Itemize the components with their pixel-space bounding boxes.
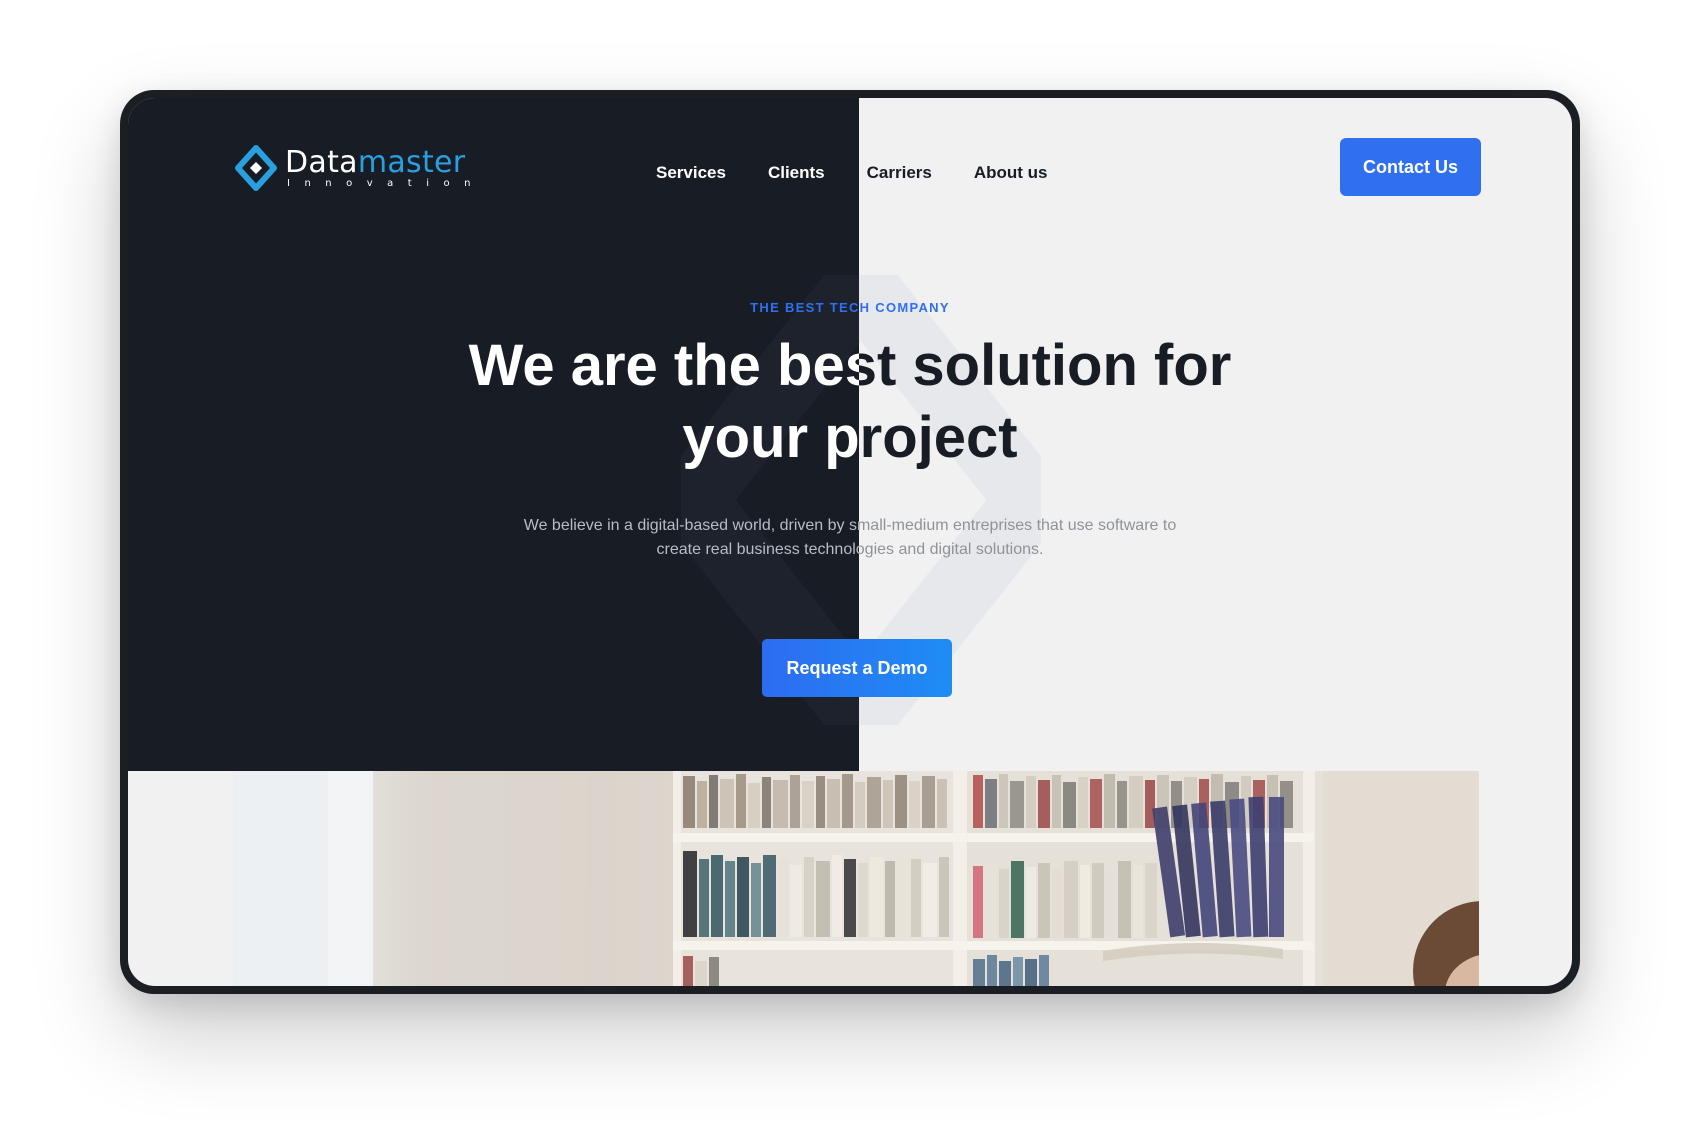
website-screen: Datamaster Innovation Services Clients C… <box>128 98 1572 986</box>
main-nav: Services Clients Carriers About us <box>656 163 1048 183</box>
device-frame: Datamaster Innovation Services Clients C… <box>120 90 1580 994</box>
hero-headline: We are the best solution for your projec… <box>128 330 1572 490</box>
nav-item-carriers[interactable]: Carriers <box>867 163 932 183</box>
hero-photo <box>233 771 1479 986</box>
contact-us-button[interactable]: Contact Us <box>1340 138 1481 196</box>
brand-name-part2: master <box>357 144 466 180</box>
brand-wordmark: Datamaster Innovation <box>285 144 485 189</box>
nav-item-about-us[interactable]: About us <box>974 163 1048 183</box>
brand-tagline: Innovation <box>287 177 485 189</box>
brand-name-part1: Data <box>285 144 358 180</box>
hero-eyebrow: THE BEST TECH COMPANY <box>750 300 950 315</box>
brand-name: Datamaster <box>285 144 485 180</box>
request-demo-button[interactable]: Request a Demo <box>762 639 952 697</box>
logo-diamond-icon <box>235 145 277 191</box>
brand-logo[interactable]: Datamaster Innovation <box>233 144 485 192</box>
nav-item-clients[interactable]: Clients <box>768 163 825 183</box>
hero-subtitle: We believe in a digital-based world, dri… <box>128 514 1572 574</box>
bookshelf-photo-icon <box>233 771 1479 986</box>
nav-item-services[interactable]: Services <box>656 163 726 183</box>
